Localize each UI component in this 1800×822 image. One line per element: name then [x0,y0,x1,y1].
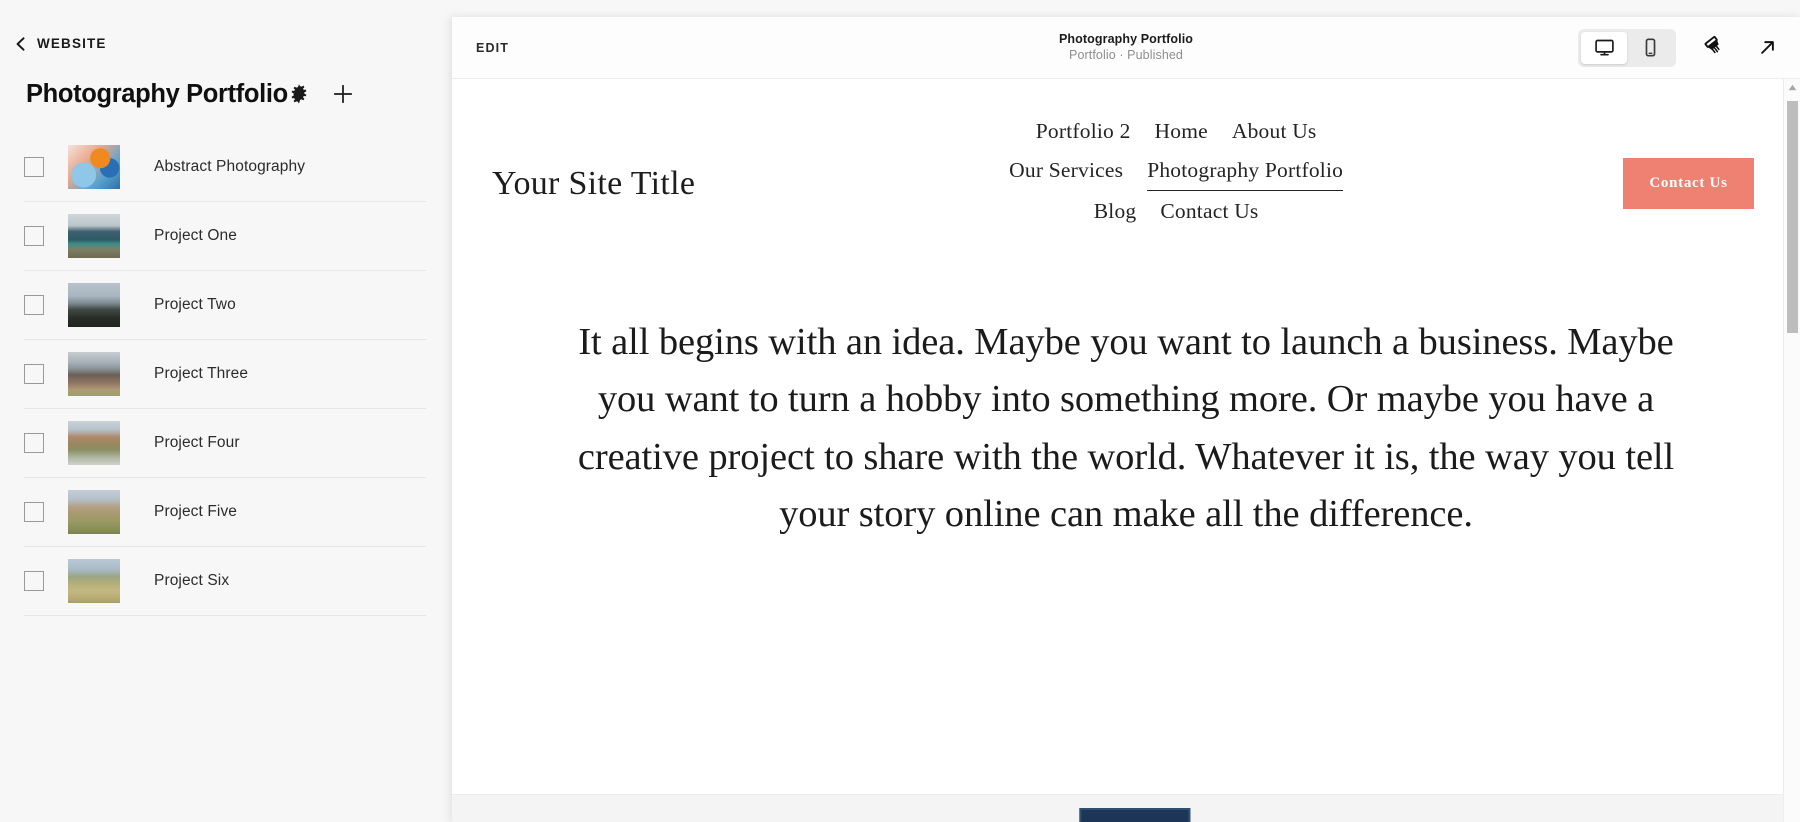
item-checkbox[interactable] [24,226,44,246]
website-editor: WEBSITE Photography Portfolio Abstract P… [0,0,1800,822]
site-canvas: Your Site Title Portfolio 2 Home About U… [452,79,1800,822]
list-item-label: Abstract Photography [154,158,306,175]
body-paragraph: It all begins with an idea. Maybe you wa… [577,320,1675,535]
scrollbar-thumb[interactable] [1787,101,1798,333]
list-item-label: Project Six [154,572,230,589]
toolbar-actions [1578,28,1780,67]
item-checkbox[interactable] [24,502,44,522]
list-item[interactable]: Project Five [24,478,426,547]
item-thumbnail [68,490,120,534]
item-thumbnail [68,559,120,603]
item-checkbox[interactable] [24,295,44,315]
list-item-label: Project One [154,227,237,244]
edit-button[interactable]: EDIT [476,41,509,55]
nav-link-blog[interactable]: Blog [1094,193,1137,230]
list-item-label: Project Three [154,365,249,382]
list-item[interactable]: Project Four [24,409,426,478]
contact-us-button[interactable]: Contact Us [1623,157,1754,209]
site-body: It all begins with an idea. Maybe you wa… [452,230,1800,543]
nav-link-about-us[interactable]: About Us [1232,113,1317,150]
portfolio-items-list: Abstract Photography Project One Project… [0,133,452,616]
list-item-label: Project Four [154,434,240,451]
back-to-website-button[interactable]: WEBSITE [0,0,107,51]
nav-link-portfolio-2[interactable]: Portfolio 2 [1036,113,1131,150]
item-checkbox[interactable] [24,157,44,177]
list-item[interactable]: Project One [24,202,426,271]
nav-row: Our Services Photography Portfolio [1009,152,1344,191]
list-item[interactable]: Project Six [24,547,426,616]
style-editor-button[interactable] [1702,35,1728,61]
page-title: Photography Portfolio [26,79,288,108]
device-mobile-button[interactable] [1627,32,1673,64]
nav-link-our-services[interactable]: Our Services [1009,152,1123,189]
preview-toolbar: EDIT Photography Portfolio Portfolio · P… [452,17,1800,79]
list-item-label: Project Two [154,296,236,313]
open-site-button[interactable] [1754,35,1780,61]
item-thumbnail [68,214,120,258]
partial-section-chip [1079,808,1191,822]
item-thumbnail [68,352,120,396]
arrow-up-right-icon [1760,41,1774,54]
sidebar: WEBSITE Photography Portfolio Abstract P… [0,0,452,822]
device-toggle [1578,28,1676,67]
plus-icon[interactable] [332,83,354,105]
gear-icon[interactable] [288,83,310,105]
chevron-left-icon [16,36,25,51]
scroll-up-arrow[interactable] [1784,79,1800,96]
nav-link-home[interactable]: Home [1155,113,1208,150]
item-checkbox[interactable] [24,364,44,384]
item-checkbox[interactable] [24,433,44,453]
list-item[interactable]: Abstract Photography [24,133,426,202]
site-preview-panel: EDIT Photography Portfolio Portfolio · P… [452,17,1800,822]
site-header: Your Site Title Portfolio 2 Home About U… [452,79,1800,230]
site-title: Your Site Title [492,165,696,203]
monitor-icon [1594,39,1614,56]
back-label: WEBSITE [37,36,107,51]
nav-row: Portfolio 2 Home About Us [1036,113,1317,150]
phone-icon [1645,38,1655,57]
nav-row: Blog Contact Us [1094,193,1259,230]
panel-header: Photography Portfolio [0,51,452,108]
list-item[interactable]: Project Three [24,340,426,409]
paintbrush-icon [1704,36,1720,54]
site-navigation: Portfolio 2 Home About Us Our Services P… [695,113,1623,230]
list-item[interactable]: Project Two [24,271,426,340]
caret-up-icon [1788,84,1797,91]
item-thumbnail [68,145,120,189]
item-thumbnail [68,421,120,465]
panel-header-actions [288,83,436,105]
item-thumbnail [68,283,120,327]
nav-link-contact-us[interactable]: Contact Us [1160,193,1258,230]
list-item-label: Project Five [154,503,238,520]
preview-scrollbar[interactable] [1783,79,1800,822]
item-checkbox[interactable] [24,571,44,591]
canvas-bottom-strip [452,794,1800,822]
nav-link-photography-portfolio[interactable]: Photography Portfolio [1147,152,1344,191]
device-desktop-button[interactable] [1581,31,1627,64]
